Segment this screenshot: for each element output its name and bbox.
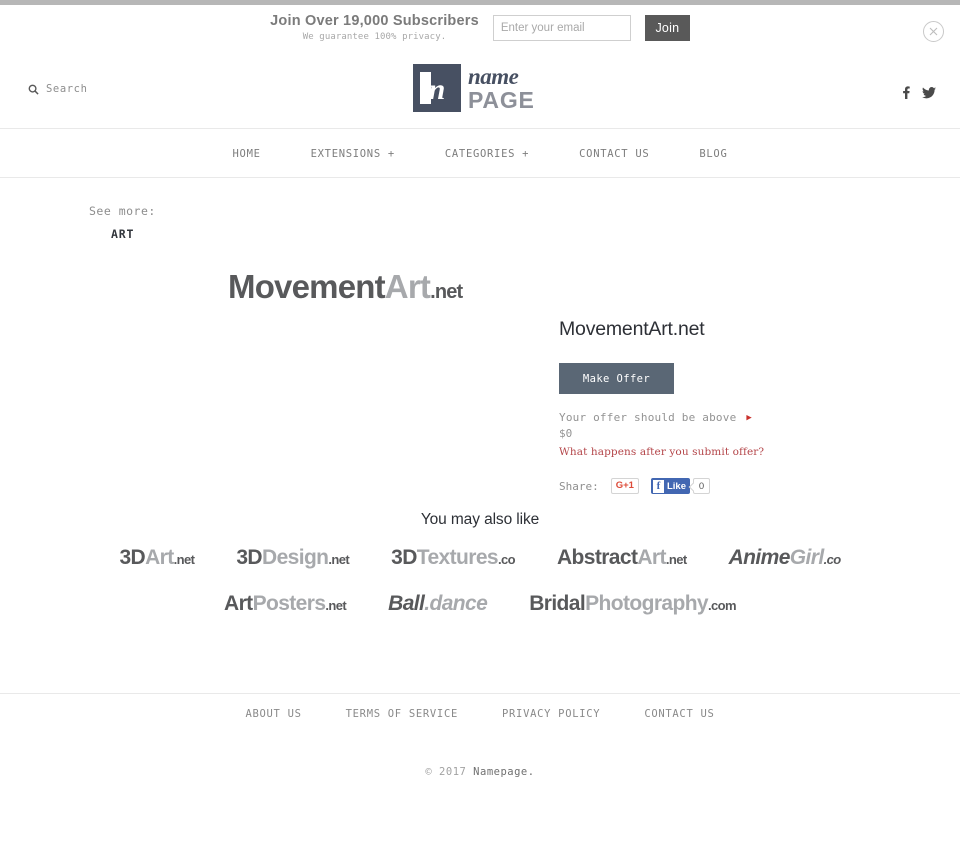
footer-link-terms-of-service[interactable]: TERMS OF SERVICE: [346, 708, 458, 720]
site-logo[interactable]: n name PAGE: [413, 64, 535, 112]
logo-word-name: name: [468, 63, 519, 89]
join-button[interactable]: Join: [644, 14, 690, 41]
copyright: © 2017 Namepage.: [0, 766, 960, 778]
suggested-domain-part-0: 3D: [391, 546, 417, 569]
suggested-domain-link[interactable]: 3DArt.net: [119, 546, 194, 570]
suggested-domain-part-2: .co: [823, 552, 842, 567]
page-root: Join Over 19,000 Subscribers We guarante…: [0, 0, 960, 843]
you-may-also-like-list: 3DArt.net 3DDesign.net 3DTextures.co Abstra…: [0, 546, 960, 638]
suggested-domain-part-1: Textures: [416, 546, 499, 569]
make-offer-button[interactable]: Make Offer: [559, 363, 674, 394]
footer-divider: [0, 693, 960, 694]
nav-item-categories[interactable]: CATEGORIES +: [445, 148, 529, 160]
suggestion-row: 3DArt.net 3DDesign.net 3DTextures.co Abstra…: [0, 546, 960, 570]
subscribe-headline: Join Over 19,000 Subscribers: [270, 12, 479, 29]
you-may-also-like-title: You may also like: [420, 511, 540, 528]
google-plus-one-button[interactable]: G+1: [610, 478, 639, 494]
domain-wordmark-part-0: Movement: [228, 268, 386, 305]
suggested-domain-part-0: Abstract: [556, 546, 638, 569]
facebook-glyph: [903, 86, 910, 99]
breadcrumb: See more: ART: [89, 200, 156, 241]
close-icon: [929, 27, 938, 36]
suggested-domain-part-1: Girl: [789, 546, 824, 569]
site-header: Search n name PAGE: [0, 50, 960, 129]
facebook-like-button[interactable]: f Like: [650, 478, 690, 494]
suggested-domain-part-0: 3D: [236, 546, 262, 569]
email-input[interactable]: [492, 14, 631, 41]
suggested-domain-link[interactable]: BridalPhotography.com: [529, 592, 736, 616]
suggested-domain-part-1: .dance: [424, 592, 488, 615]
twitter-icon[interactable]: [922, 86, 936, 104]
suggested-domain-part-2: .net: [328, 552, 350, 567]
social-links: [900, 86, 936, 104]
search-label: Search: [46, 83, 88, 95]
suggested-domain-part-0: 3D: [119, 546, 146, 569]
subscribe-bar: Join Over 19,000 Subscribers We guarante…: [0, 5, 960, 50]
search-icon: [28, 84, 39, 95]
suggested-domain-link[interactable]: ArtPosters.net: [224, 592, 347, 616]
facebook-f-icon: f: [652, 479, 664, 493]
offer-panel: MovementArt.net Make Offer Your offer sh…: [559, 318, 899, 494]
suggested-domain-part-2: .net: [665, 552, 687, 567]
copyright-brand: Namepage.: [473, 766, 535, 778]
suggested-domain-link[interactable]: 3DTextures.co: [391, 546, 515, 570]
suggested-domain-part-1: Posters: [252, 592, 326, 615]
nav-item-home[interactable]: HOME: [233, 148, 261, 160]
domain-wordmark-part-2: .net: [430, 281, 463, 303]
logo-mark-letter: n: [428, 73, 446, 106]
suggested-domain-part-2: .co: [497, 552, 516, 567]
suggestion-row: ArtPosters.net Ball.dance BridalPhotograph…: [0, 592, 960, 616]
suggested-domain-link[interactable]: 3DDesign.net: [236, 546, 349, 570]
suggested-domain-part-1: Art: [145, 546, 174, 569]
suggested-domain-link[interactable]: Ball.dance: [388, 592, 488, 616]
suggested-domain-link[interactable]: AbstractArt.net: [557, 546, 687, 570]
facebook-like-label: Like: [666, 480, 686, 492]
suggested-domain-part-1: Art: [637, 546, 666, 569]
what-happens-link[interactable]: What happens after you submit offer?: [559, 446, 899, 458]
subscribe-subheadline: We guarantee 100% privacy.: [302, 31, 447, 42]
facebook-like-count: 0: [693, 478, 710, 494]
suggested-domain-part-0: Anime: [728, 546, 791, 569]
search-button[interactable]: Search: [28, 83, 88, 95]
facebook-icon[interactable]: [900, 86, 912, 104]
nav-item-blog[interactable]: BLOG: [699, 148, 727, 160]
footer-link-privacy-policy[interactable]: PRIVACY POLICY: [502, 708, 600, 720]
subscribe-text: Join Over 19,000 Subscribers We guarante…: [270, 13, 479, 42]
footer-link-contact-us[interactable]: CONTACT US: [644, 708, 714, 720]
breadcrumb-category-art[interactable]: ART: [111, 227, 156, 241]
twitter-glyph: [922, 86, 936, 99]
suggested-domain-link[interactable]: AnimeGirl.co: [728, 546, 842, 570]
main-nav: HOME EXTENSIONS + CATEGORIES + CONTACT U…: [0, 130, 960, 178]
copyright-prefix: © 2017: [425, 766, 474, 778]
suggested-domain-part-1: Photography: [585, 592, 709, 615]
footer-link-about-us[interactable]: ABOUT US: [245, 708, 301, 720]
domain-wordmark-part-1: Art: [384, 268, 431, 305]
suggested-domain-part-0: Bridal: [529, 592, 586, 615]
suggested-domain-part-2: .net: [173, 552, 195, 567]
logo-word-page: PAGE: [468, 86, 535, 113]
suggested-domain-part-2: .com: [708, 598, 737, 613]
arrow-right-icon: ▶: [746, 412, 753, 423]
share-label: Share:: [559, 479, 599, 493]
footer-nav: ABOUT US TERMS OF SERVICE PRIVACY POLICY…: [0, 708, 960, 720]
offer-minimum-label: Your offer should be above: [559, 411, 737, 424]
page-title: MovementArt.net: [559, 318, 705, 340]
see-more-label: See more:: [89, 204, 156, 218]
suggested-domain-part-2: .net: [325, 598, 347, 613]
suggested-domain-part-0: Ball: [388, 592, 425, 615]
share-row: Share: G+1 f Like 0: [559, 478, 899, 494]
suggested-domain-part-1: Design: [262, 546, 329, 569]
offer-minimum-row: Your offer should be above ▶: [559, 411, 899, 424]
nav-item-extensions[interactable]: EXTENSIONS +: [311, 148, 395, 160]
logo-mark-icon: n: [413, 64, 461, 112]
domain-wordmark: MovementArt.net: [228, 268, 463, 306]
suggested-domain-part-0: Art: [224, 592, 253, 615]
nav-item-contact-us[interactable]: CONTACT US: [579, 148, 649, 160]
offer-minimum-amount: $0: [559, 427, 573, 440]
close-circle-icon[interactable]: [923, 21, 944, 42]
